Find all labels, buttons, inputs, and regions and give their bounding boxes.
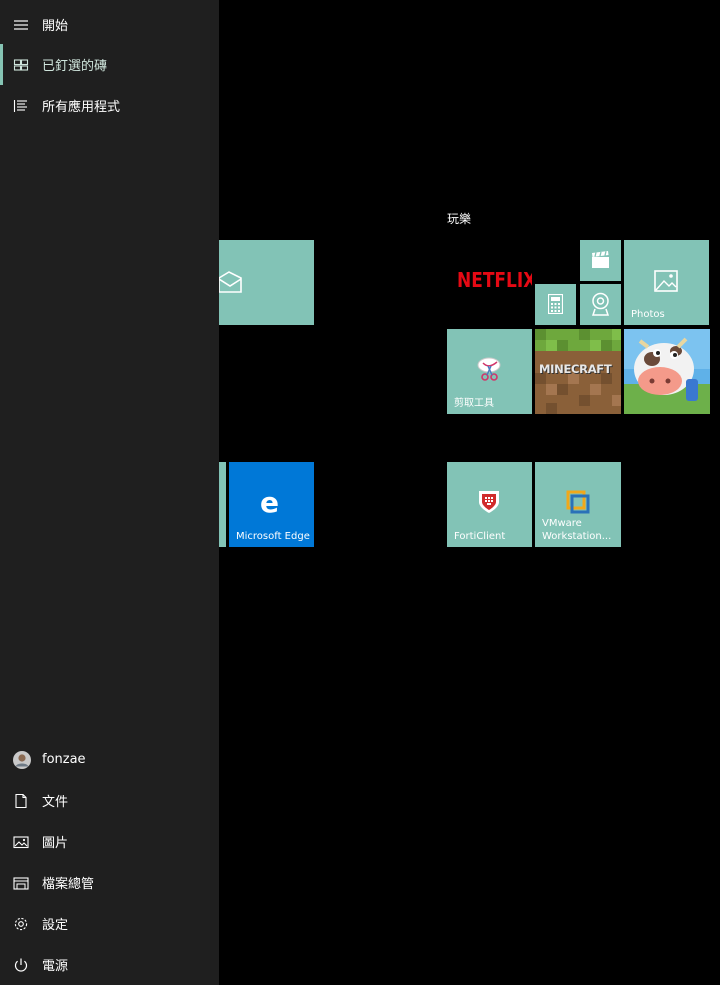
sidebar-item-documents[interactable]: 文件 bbox=[0, 780, 219, 821]
tile-partial[interactable] bbox=[219, 462, 226, 547]
sidebar-item-pictures[interactable]: 圖片 bbox=[0, 821, 219, 862]
webcam-icon bbox=[590, 292, 611, 316]
sidebar-item-label: 電源 bbox=[42, 959, 69, 974]
hamburger-icon bbox=[13, 17, 29, 33]
sidebar-item-label: 已釘選的磚 bbox=[42, 59, 108, 74]
sidebar-item-settings[interactable]: 設定 bbox=[0, 903, 219, 944]
picture-icon bbox=[13, 834, 29, 850]
power-icon bbox=[13, 957, 29, 973]
tile-mail[interactable] bbox=[219, 240, 314, 325]
sidebar-item-label: 所有應用程式 bbox=[42, 100, 121, 115]
tile-snipping-tool[interactable]: 剪取工具 bbox=[447, 329, 532, 414]
netflix-logo: NETFLIX bbox=[457, 269, 532, 293]
tile-forticlient[interactable]: FortiClient bbox=[447, 462, 532, 547]
sidebar-item-user[interactable]: fonzae bbox=[0, 739, 219, 780]
clapperboard-icon bbox=[591, 251, 610, 269]
svg-text:e: e bbox=[260, 489, 279, 517]
tile-calculator[interactable] bbox=[535, 284, 576, 325]
start-header-label: 開始 bbox=[42, 19, 69, 34]
user-avatar bbox=[13, 750, 31, 769]
sidebar-item-label: 設定 bbox=[42, 918, 69, 933]
tile-microsoft-edge[interactable]: e Microsoft Edge bbox=[229, 462, 314, 547]
tile-game-cow[interactable] bbox=[624, 329, 710, 414]
start-sidebar: 開始 已釘選的磚 所有應用程式 fonzae 文件 圖片 檔案總管 設定 電源 bbox=[0, 0, 219, 985]
sidebar-item-all-apps[interactable]: 所有應用程式 bbox=[0, 85, 219, 126]
minecraft-logo: MINECRAFT bbox=[539, 362, 612, 376]
user-name: fonzae bbox=[42, 752, 86, 767]
sidebar-item-power[interactable]: 電源 bbox=[0, 944, 219, 985]
vmware-icon bbox=[566, 490, 590, 514]
group-title-play: 玩樂 bbox=[447, 212, 472, 226]
sidebar-item-file-explorer[interactable]: 檔案總管 bbox=[0, 862, 219, 903]
all-apps-list-icon bbox=[13, 98, 29, 114]
tile-label: FortiClient bbox=[454, 531, 506, 542]
sidebar-item-label: 文件 bbox=[42, 795, 69, 810]
sidebar-item-pinned-tiles[interactable]: 已釘選的磚 bbox=[0, 44, 219, 85]
tile-label: Microsoft Edge bbox=[236, 531, 310, 542]
tile-label: VMware Workstation... bbox=[542, 518, 612, 542]
start-menu-toggle[interactable]: 開始 bbox=[0, 4, 219, 45]
tile-photos[interactable]: Photos bbox=[624, 240, 709, 325]
tile-netflix[interactable]: NETFLIX bbox=[447, 240, 532, 325]
forticlient-shield-icon bbox=[478, 490, 500, 514]
file-explorer-icon bbox=[13, 875, 29, 891]
photos-icon bbox=[654, 270, 678, 292]
tile-label: Photos bbox=[631, 309, 665, 320]
edge-icon: e bbox=[259, 489, 285, 517]
tiles-icon bbox=[13, 57, 29, 73]
gear-icon bbox=[13, 916, 29, 932]
scissors-icon bbox=[475, 355, 505, 385]
document-icon bbox=[13, 793, 29, 809]
tile-label: 剪取工具 bbox=[454, 398, 494, 409]
sidebar-item-label: 檔案總管 bbox=[42, 877, 95, 892]
mail-icon bbox=[219, 270, 243, 294]
tile-minecraft[interactable]: MINECRAFT bbox=[535, 329, 621, 414]
sidebar-item-label: 圖片 bbox=[42, 836, 69, 851]
cow-game-art bbox=[624, 329, 710, 414]
tile-camera[interactable] bbox=[580, 284, 621, 325]
tile-vmware-workstation[interactable]: VMware Workstation... bbox=[535, 462, 621, 547]
tile-movies-tv[interactable] bbox=[580, 240, 621, 281]
calculator-icon bbox=[548, 294, 563, 314]
